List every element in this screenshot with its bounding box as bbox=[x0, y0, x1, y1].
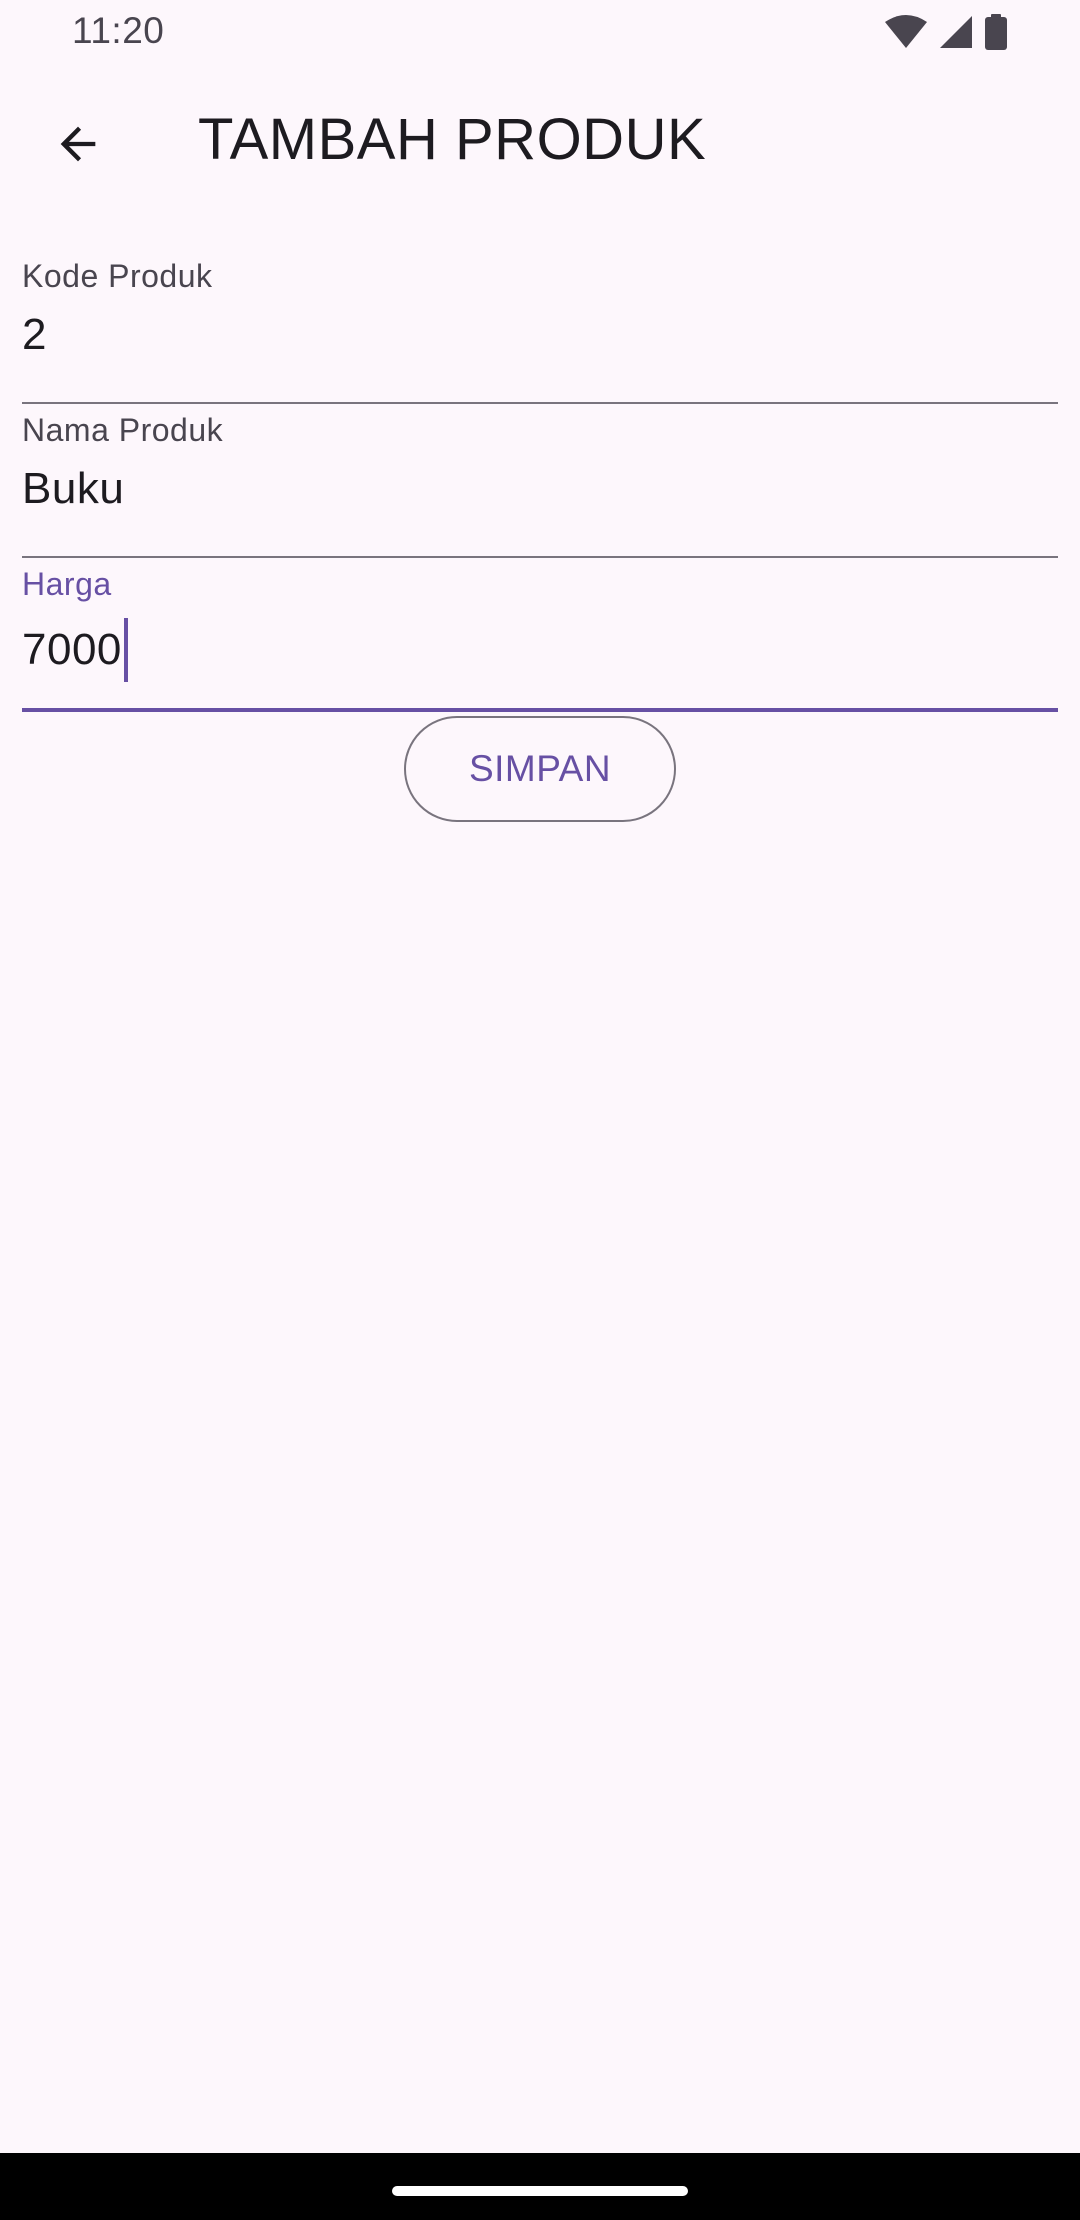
harga-input[interactable]: 7000 bbox=[22, 618, 128, 682]
status-time: 11:20 bbox=[72, 10, 165, 51]
screen: 11:20 TAMBAH PRODUK Kode Produk 2 Nama P… bbox=[0, 0, 1080, 2153]
kode-produk-field[interactable]: Kode Produk 2 bbox=[22, 250, 1058, 404]
harga-value: 7000 bbox=[22, 625, 122, 674]
navigation-bar bbox=[0, 2153, 1080, 2220]
home-handle[interactable] bbox=[392, 2186, 688, 2196]
arrow-back-icon bbox=[52, 118, 104, 175]
harga-field[interactable]: Harga 7000 bbox=[22, 558, 1058, 712]
status-bar: 11:20 bbox=[0, 0, 1080, 64]
harga-underline bbox=[22, 708, 1058, 712]
button-row: SIMPAN bbox=[0, 716, 1080, 822]
kode-produk-value: 2 bbox=[22, 310, 47, 359]
signal-icon bbox=[938, 14, 974, 50]
product-form: Kode Produk 2 Nama Produk Buku Harga 700… bbox=[22, 250, 1058, 712]
kode-produk-label: Kode Produk bbox=[22, 258, 213, 294]
nama-produk-field[interactable]: Nama Produk Buku bbox=[22, 404, 1058, 558]
nama-produk-label: Nama Produk bbox=[22, 412, 224, 448]
status-icons bbox=[884, 14, 1008, 50]
harga-label: Harga bbox=[22, 566, 112, 602]
page-title: TAMBAH PRODUK bbox=[198, 107, 707, 172]
back-button[interactable] bbox=[30, 98, 126, 194]
text-cursor bbox=[123, 618, 128, 682]
battery-icon bbox=[984, 14, 1008, 50]
nama-produk-input[interactable]: Buku bbox=[22, 464, 124, 514]
kode-produk-input[interactable]: 2 bbox=[22, 310, 47, 360]
save-button[interactable]: SIMPAN bbox=[404, 716, 676, 822]
nama-produk-value: Buku bbox=[22, 464, 125, 513]
wifi-icon bbox=[884, 14, 928, 50]
app-bar: TAMBAH PRODUK bbox=[0, 80, 1080, 204]
